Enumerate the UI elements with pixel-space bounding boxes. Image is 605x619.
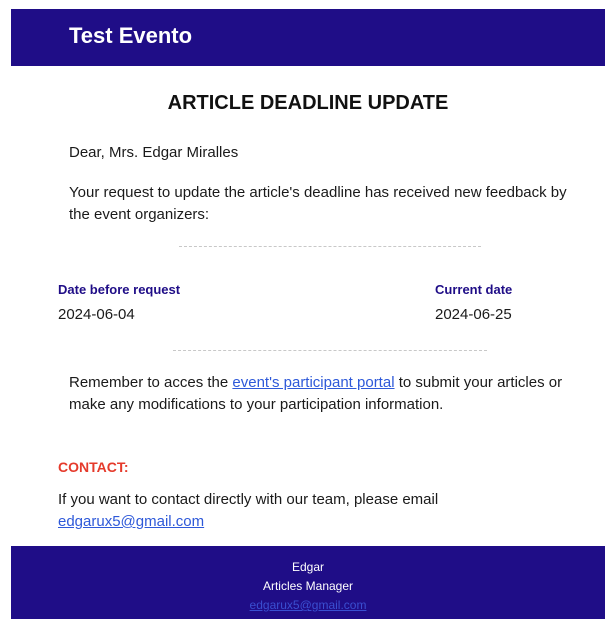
email-header: Test Evento bbox=[11, 9, 605, 66]
date-before-label: Date before request bbox=[58, 282, 181, 297]
participant-portal-link[interactable]: event's participant portal bbox=[232, 374, 394, 391]
current-date-label: Current date bbox=[435, 282, 513, 297]
contact-text: If you want to contact directly with our… bbox=[58, 489, 588, 533]
divider-bottom bbox=[173, 350, 487, 351]
email-footer: Edgar Articles Manager edgarux5@gmail.co… bbox=[11, 546, 605, 619]
greeting-text: Dear, Mrs. Edgar Miralles bbox=[69, 144, 239, 161]
footer-email-link[interactable]: edgarux5@gmail.com bbox=[250, 598, 367, 612]
contact-message: If you want to contact directly with our… bbox=[58, 491, 439, 508]
email-container: Test Evento ARTICLE DEADLINE UPDATE Dear… bbox=[0, 0, 605, 619]
contact-heading: CONTACT: bbox=[58, 459, 129, 475]
current-date-block: Current date 2024-06-25 bbox=[435, 282, 512, 323]
current-date-value: 2024-06-25 bbox=[435, 306, 512, 323]
event-title: Test Evento bbox=[69, 23, 193, 48]
date-before-value: 2024-06-04 bbox=[58, 306, 135, 323]
date-before-block: Date before request 2024-06-04 bbox=[58, 282, 180, 323]
reminder-text: Remember to acces the event's participan… bbox=[69, 372, 589, 416]
footer-role: Articles Manager bbox=[262, 579, 354, 593]
contact-email-link[interactable]: edgarux5@gmail.com bbox=[58, 513, 204, 530]
divider-top bbox=[179, 246, 481, 247]
footer-name: Edgar bbox=[291, 560, 325, 574]
reminder-prefix: Remember to acces the bbox=[69, 374, 233, 391]
page-title: ARTICLE DEADLINE UPDATE bbox=[167, 92, 449, 114]
feedback-message: Your request to update the article's dea… bbox=[69, 184, 567, 223]
